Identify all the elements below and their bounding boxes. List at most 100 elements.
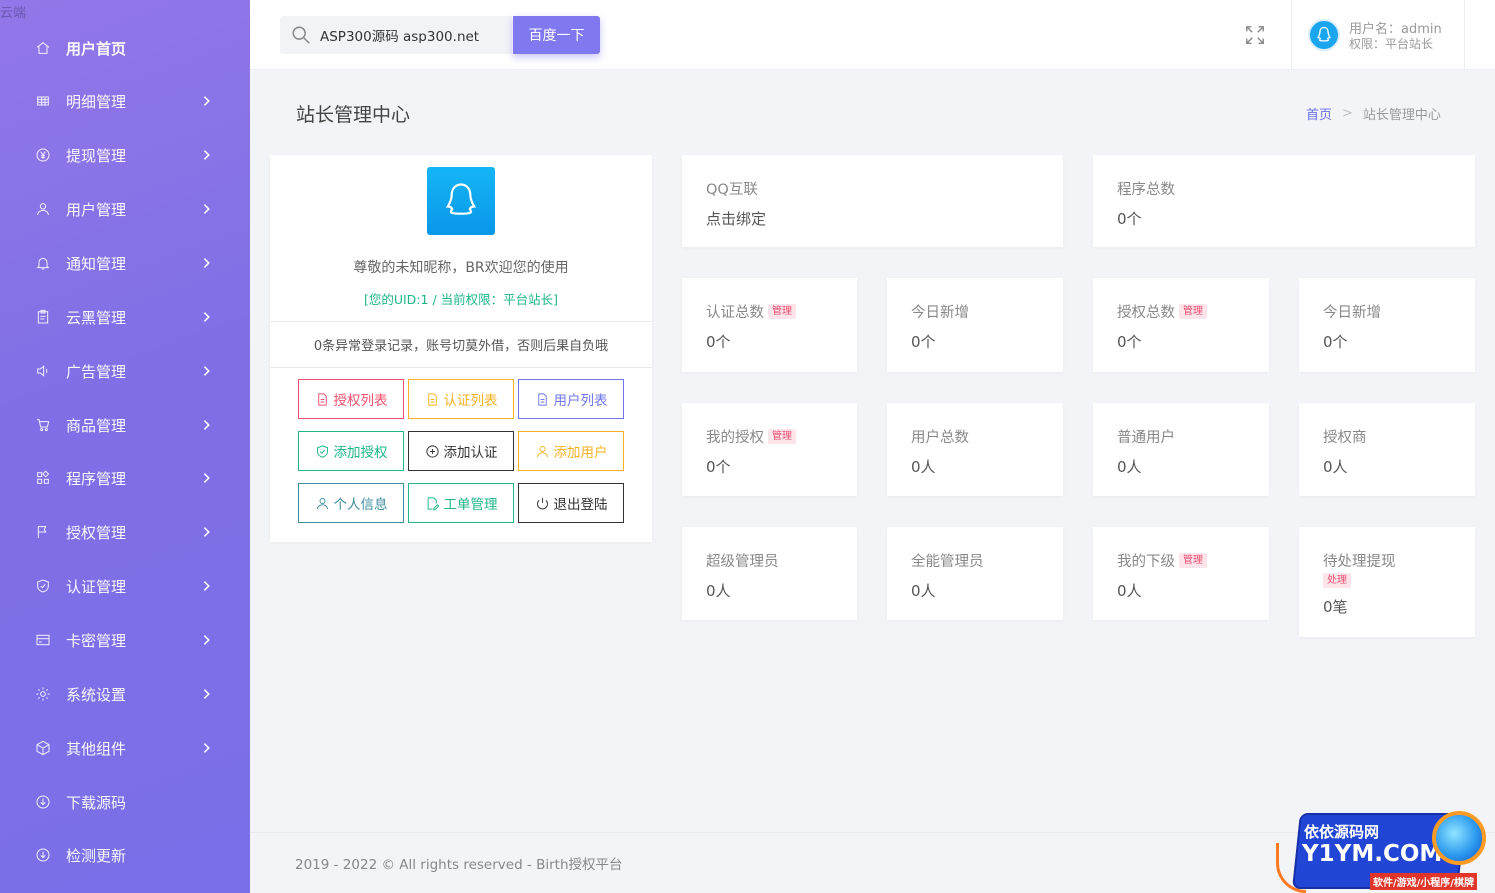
add-auth-button[interactable]: 添加授权 <box>298 431 404 471</box>
download-icon <box>34 793 52 811</box>
apps-icon <box>34 469 52 487</box>
shield-check-icon <box>34 577 52 595</box>
sidebar-item-label: 提现管理 <box>66 146 127 165</box>
add-cert-button[interactable]: 添加认证 <box>408 431 514 471</box>
sidebar-item-label: 通知管理 <box>66 254 127 273</box>
chevron-right-icon <box>200 93 216 109</box>
sidebar-item[interactable]: 通知管理 <box>0 243 250 283</box>
edit-icon <box>427 496 439 510</box>
sidebar-item-label: 云黑管理 <box>66 308 127 327</box>
plus-circle-icon <box>425 444 439 458</box>
chevron-right-icon <box>200 147 216 163</box>
stat-value[interactable]: 点击绑定 <box>706 208 766 229</box>
chevron-right-icon <box>200 417 216 433</box>
search-input[interactable] <box>320 27 510 43</box>
stat-value: 0个 <box>1323 333 1348 351</box>
sidebar-item-label: 程序管理 <box>66 469 127 488</box>
sidebar-item-label: 授权管理 <box>66 523 127 542</box>
breadcrumb-current: 站长管理中心 <box>1362 108 1441 123</box>
stat-value: 0人 <box>1117 582 1142 600</box>
chevron-right-icon <box>200 740 216 756</box>
brand-text: 云端 <box>0 6 27 21</box>
profile-card: 尊敬的未知昵称，BR欢迎您的使用 [您的UID:1 / 当前权限：平台站长] 0… <box>270 155 652 542</box>
stat-badge[interactable]: 管理 <box>768 304 796 319</box>
power-icon <box>536 497 548 509</box>
stat-card[interactable]: QQ互联点击绑定 <box>682 155 1063 247</box>
cert-list-button[interactable]: 认证列表 <box>408 379 514 419</box>
sidebar-item[interactable]: 系统设置 <box>0 674 250 714</box>
home-icon <box>34 39 52 57</box>
fullscreen-icon[interactable] <box>1244 24 1266 46</box>
stat-title: 全能管理员 <box>911 554 984 570</box>
cart-icon <box>34 416 52 434</box>
sidebar-item[interactable]: 明细管理 <box>0 81 250 121</box>
sidebar-item[interactable]: 用户管理 <box>0 189 250 229</box>
stat-badge[interactable]: 管理 <box>768 429 796 444</box>
stat-badge[interactable]: 处理 <box>1323 573 1351 588</box>
stat-card: 今日新增 0个 <box>887 278 1063 372</box>
user-icon <box>34 200 52 218</box>
user-icon <box>536 445 548 457</box>
stat-card: 全能管理员 0人 <box>887 527 1063 620</box>
sidebar-item[interactable]: 检测更新 <box>0 835 250 875</box>
chevron-right-icon <box>200 309 216 325</box>
stat-badge[interactable]: 管理 <box>1179 553 1207 568</box>
user-icon <box>316 497 328 509</box>
copyright-text: 2019 - 2022 © All rights reserved - Birt… <box>295 857 623 873</box>
sidebar-item[interactable]: 云黑管理 <box>0 297 250 337</box>
profile-info-button[interactable]: 个人信息 <box>298 483 404 523</box>
user-menu[interactable]: 用户名：admin 权限：平台站长 <box>1291 0 1465 70</box>
sidebar-item[interactable]: 授权管理 <box>0 512 250 552</box>
breadcrumb: 首页 > 站长管理中心 <box>1306 104 1441 123</box>
stat-title: 认证总数 <box>706 305 764 321</box>
button-label: 工单管理 <box>443 497 498 513</box>
chevron-right-icon <box>200 686 216 702</box>
search-box <box>280 16 512 54</box>
stat-title: 程序总数 <box>1117 182 1175 198</box>
file-icon <box>317 392 327 406</box>
sidebar-item[interactable]: 其他组件 <box>0 728 250 768</box>
button-label: 退出登陆 <box>553 497 608 513</box>
user-list-button[interactable]: 用户列表 <box>518 379 624 419</box>
logout-button[interactable]: 退出登陆 <box>518 483 624 523</box>
watermark-logo: 依依源码网 Y1YM.COM 软件/游戏/小程序/棋牌 <box>1276 803 1495 893</box>
sidebar-item[interactable]: 提现管理 <box>0 135 250 175</box>
sidebar-item[interactable]: 认证管理 <box>0 566 250 606</box>
gear-icon <box>34 685 52 703</box>
stat-badge[interactable]: 管理 <box>1179 304 1207 319</box>
auth-list-button[interactable]: 授权列表 <box>298 379 404 419</box>
stat-title: QQ互联 <box>706 182 758 198</box>
stat-card: 我的授权 管理 0个 <box>682 403 857 496</box>
stat-title: 今日新增 <box>1323 305 1381 321</box>
sidebar-item[interactable]: 卡密管理 <box>0 620 250 660</box>
sidebar-item[interactable]: 用户首页 <box>0 28 250 68</box>
flag-icon <box>34 523 52 541</box>
stat-value: 0人 <box>1117 458 1142 476</box>
add-user-button[interactable]: 添加用户 <box>518 431 624 471</box>
page-title: 站长管理中心 <box>296 104 411 126</box>
button-label: 添加用户 <box>553 445 608 461</box>
sidebar-item[interactable]: 程序管理 <box>0 458 250 498</box>
stat-title: 授权总数 <box>1117 305 1175 321</box>
stat-card: 今日新增 0个 <box>1299 278 1475 372</box>
button-label: 认证列表 <box>443 393 498 409</box>
chevron-right-icon <box>200 363 216 379</box>
update-icon <box>34 846 52 864</box>
sidebar-item[interactable]: 广告管理 <box>0 351 250 391</box>
stat-value: 0个 <box>1117 210 1142 228</box>
search-button[interactable]: 百度一下 <box>513 16 600 54</box>
watermark-line1: 依依源码网 <box>1304 823 1380 841</box>
stat-title: 我的授权 <box>706 430 764 446</box>
uid-permission-text: [您的UID:1 / 当前权限：平台站长] <box>363 292 559 307</box>
chevron-right-icon <box>200 524 216 540</box>
sidebar-item[interactable]: 商品管理 <box>0 405 250 445</box>
qq-logo-icon <box>427 167 495 235</box>
breadcrumb-home[interactable]: 首页 <box>1306 104 1332 123</box>
ticket-manage-button[interactable]: 工单管理 <box>408 483 514 523</box>
login-notice: 0条异常登录记录，账号切莫外借，否则后果自负哦 <box>313 339 609 354</box>
stat-title: 我的下级 <box>1117 554 1175 570</box>
speaker-icon <box>34 362 52 380</box>
stat-title: 授权商 <box>1323 430 1367 446</box>
sidebar-item-label: 检测更新 <box>66 846 127 865</box>
sidebar-item[interactable]: 下载源码 <box>0 782 250 822</box>
